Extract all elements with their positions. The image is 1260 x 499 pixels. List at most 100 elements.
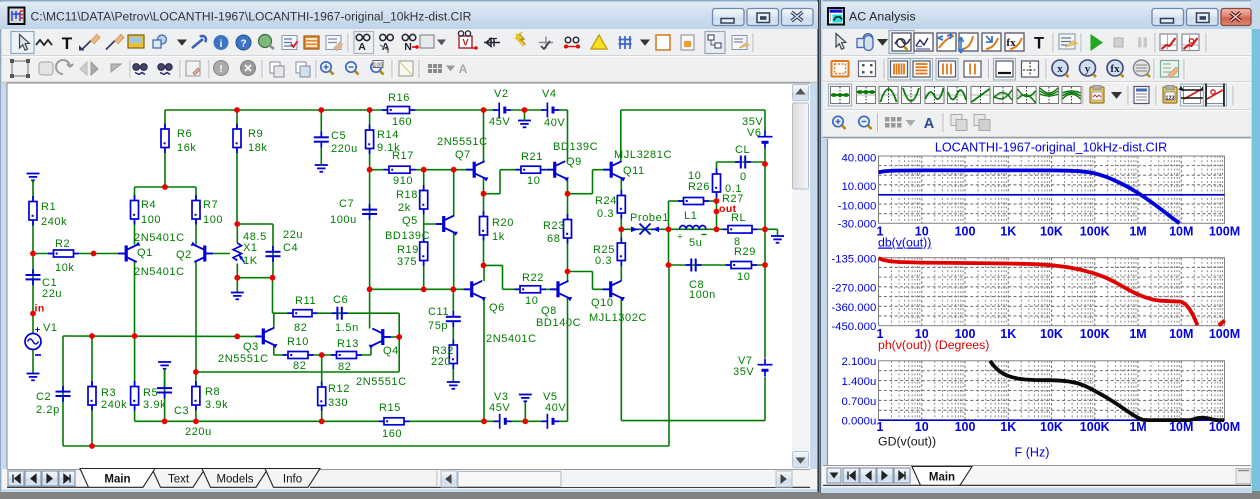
svg-text:R14: R14 <box>377 129 399 141</box>
svg-text:-10.000: -10.000 <box>838 200 877 212</box>
svg-text:1M: 1M <box>1129 224 1146 238</box>
svg-text:Text: Text <box>168 474 190 486</box>
svg-text:100: 100 <box>141 214 161 226</box>
svg-text:fx: fx <box>1110 63 1120 75</box>
svg-text:LOCANTHI-1967-original_10kHz-d: LOCANTHI-1967-original_10kHz-dist.CIR <box>935 141 1167 155</box>
svg-text:22u: 22u <box>283 229 303 241</box>
svg-text:R17: R17 <box>392 150 414 162</box>
svg-text:10: 10 <box>915 420 929 434</box>
svg-text:R12: R12 <box>328 383 350 395</box>
svg-text:100: 100 <box>955 224 976 238</box>
svg-text:F (Hz): F (Hz) <box>1015 446 1050 460</box>
svg-text:MJL3281C: MJL3281C <box>614 149 672 161</box>
svg-text:C2: C2 <box>36 391 51 403</box>
svg-text:+: + <box>677 232 682 242</box>
svg-text:R4: R4 <box>141 199 156 211</box>
svg-text:0.3: 0.3 <box>597 208 614 220</box>
svg-text:!: ! <box>219 64 222 75</box>
svg-text:1.5n: 1.5n <box>335 322 359 334</box>
svg-text:AC Analysis: AC Analysis <box>849 10 916 24</box>
svg-text:Q6: Q6 <box>489 302 505 314</box>
svg-text:Main: Main <box>929 472 955 484</box>
svg-text:2N5401C: 2N5401C <box>134 232 185 244</box>
svg-text:T: T <box>62 34 73 53</box>
svg-text:N: N <box>404 41 412 53</box>
svg-text:R8: R8 <box>205 386 220 398</box>
svg-text:Probe1: Probe1 <box>630 212 669 224</box>
svg-text:Models: Models <box>216 474 253 486</box>
svg-text:5u: 5u <box>689 237 702 249</box>
svg-text:Info: Info <box>283 474 302 486</box>
svg-text:x: x <box>1057 63 1063 75</box>
svg-text:123: 123 <box>1165 95 1174 101</box>
svg-text:db(v(out)): db(v(out)) <box>878 236 931 250</box>
svg-text:2.2p: 2.2p <box>36 404 60 416</box>
svg-text:2N5401C: 2N5401C <box>486 333 537 345</box>
svg-text:L1: L1 <box>684 210 697 222</box>
svg-text:R16: R16 <box>388 92 410 104</box>
svg-text:160: 160 <box>392 116 412 128</box>
svg-text:100: 100 <box>955 420 976 434</box>
svg-text:A: A <box>459 62 468 76</box>
svg-text:16k: 16k <box>177 142 197 154</box>
svg-text:220u: 220u <box>185 426 212 438</box>
svg-text:out: out <box>719 203 737 215</box>
svg-text:100M: 100M <box>1209 420 1240 434</box>
svg-text:75p: 75p <box>428 320 448 332</box>
svg-text:C5: C5 <box>331 130 346 142</box>
svg-text:in: in <box>35 303 45 315</box>
svg-text:160: 160 <box>382 428 402 440</box>
svg-text:R7: R7 <box>203 199 218 211</box>
svg-text:Main: Main <box>104 474 130 486</box>
svg-text:MJL1302C: MJL1302C <box>589 312 647 324</box>
svg-text:240k: 240k <box>101 399 127 411</box>
svg-text:910: 910 <box>393 175 413 187</box>
svg-text:-30.000: -30.000 <box>838 219 877 231</box>
svg-text:Q3: Q3 <box>243 341 259 353</box>
svg-text:C11: C11 <box>428 306 449 318</box>
svg-text:1: 1 <box>877 420 884 434</box>
svg-text:10K: 10K <box>1040 420 1063 434</box>
svg-text:C:\MC11\DATA\Petrov\LOCANTHI-1: C:\MC11\DATA\Petrov\LOCANTHI-1967\LOCANT… <box>31 10 472 24</box>
svg-text:V4: V4 <box>542 88 557 100</box>
svg-text:BD140C: BD140C <box>536 317 581 329</box>
svg-text:R19: R19 <box>397 244 419 256</box>
svg-text:+: + <box>35 325 40 335</box>
svg-text:35V: 35V <box>733 366 754 378</box>
svg-text:V: V <box>462 38 468 48</box>
svg-text:375: 375 <box>397 256 417 268</box>
svg-text:BD139C: BD139C <box>553 141 598 153</box>
svg-text:1M: 1M <box>1129 420 1146 434</box>
svg-text:100: 100 <box>373 63 382 69</box>
svg-text:1K: 1K <box>1000 420 1016 434</box>
svg-text:Q11: Q11 <box>623 165 645 177</box>
svg-text:R26: R26 <box>688 181 710 193</box>
svg-text:BD139C: BD139C <box>385 230 430 242</box>
svg-text:10: 10 <box>525 295 538 307</box>
svg-text:Q4: Q4 <box>383 345 399 357</box>
svg-text:C6: C6 <box>333 294 348 306</box>
svg-text:100M: 100M <box>1209 224 1240 238</box>
svg-text:R10: R10 <box>287 336 309 348</box>
svg-text:3.9k: 3.9k <box>205 399 228 411</box>
svg-text:100K: 100K <box>1080 420 1110 434</box>
svg-text:y: y <box>1085 63 1091 75</box>
svg-text:V1: V1 <box>43 322 58 334</box>
svg-text:Q7: Q7 <box>455 149 471 161</box>
svg-text:40V: 40V <box>544 117 565 129</box>
svg-text:R3: R3 <box>101 387 116 399</box>
svg-text:R6: R6 <box>177 128 192 140</box>
svg-text:82: 82 <box>294 322 307 334</box>
svg-text:2N5551C: 2N5551C <box>437 136 488 148</box>
svg-text:100K: 100K <box>1080 327 1110 341</box>
svg-text:X1: X1 <box>243 242 258 254</box>
svg-text:GD(v(out)): GD(v(out)) <box>878 435 936 449</box>
svg-text:100M: 100M <box>1209 327 1240 341</box>
svg-text:330: 330 <box>328 397 348 409</box>
svg-text:V6: V6 <box>747 127 762 139</box>
svg-text:220u: 220u <box>331 143 358 155</box>
svg-text:10k: 10k <box>55 262 75 274</box>
svg-text:R9: R9 <box>248 128 263 140</box>
svg-text:82: 82 <box>338 361 351 373</box>
svg-text:2N5551C: 2N5551C <box>218 353 269 365</box>
